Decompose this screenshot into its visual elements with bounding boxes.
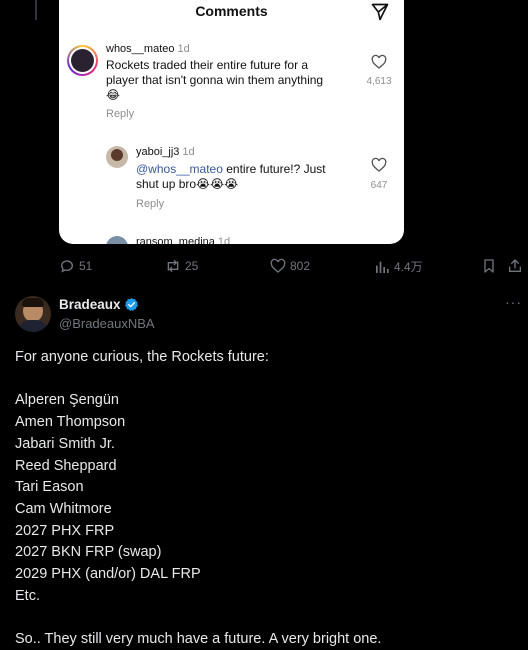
comments-title: Comments [195,3,268,19]
reply-icon [61,260,73,273]
more-options-button[interactable]: ··· [505,294,522,310]
reply-button[interactable]: 51 [59,258,92,274]
comment-avatar [106,236,128,244]
heart-icon [270,258,286,273]
bookmark-button[interactable] [481,258,497,274]
bookmark-icon [484,259,494,273]
list-item: Tari Eason [15,479,84,496]
verified-badge-icon [124,297,138,312]
list-item: 2029 PHX (and/or) DAL FRP [15,566,201,583]
reply-link: Reply [106,108,135,120]
like-button[interactable]: 802 [270,258,310,274]
list-item: Cam Whitmore [15,500,112,517]
handle[interactable]: @BradeauxNBA [59,316,155,331]
comment-text: @whos__mateo entire future!? Just shut u… [136,162,326,191]
thread-line [35,0,37,20]
view-count: 4.4万 [394,260,423,274]
tweet-intro: For anyone curious, the Rockets future: [15,349,269,365]
views-button[interactable]: 4.4万 [374,258,423,275]
comment-username: ransom_medina 1d [136,236,231,244]
repost-count: 25 [185,259,199,273]
comment-avatar [106,146,128,168]
comment-avatar [67,45,98,76]
comment-text: Rockets traded their entire future for a… [106,58,324,102]
comment-like-count: 4,613 [366,76,392,87]
views-icon [376,261,389,273]
repost-icon [167,260,179,272]
list-item: 2027 BKN FRP (swap) [15,544,162,561]
tweet-body: For anyone curious, the Rockets future: … [15,347,515,650]
embedded-comments-image[interactable]: Comments whos__mateo 1d Rockets traded th… [59,0,404,244]
avatar[interactable] [15,296,51,332]
comment-like-count: 647 [370,180,388,191]
comment-username: whos__mateo 1d [106,43,190,55]
reply-link: Reply [136,198,165,210]
reply-count: 51 [79,259,93,273]
heart-icon [371,54,387,69]
repost-button[interactable]: 25 [165,258,198,274]
comment-username: yaboi_jj3 1d [136,146,195,158]
tweet-closing: So.. They still very much have a future.… [15,631,382,648]
list-item: Jabari Smith Jr. [15,435,115,452]
list-item: Amen Thompson [15,414,126,431]
display-name[interactable]: Bradeaux [59,297,139,312]
list-item: Reed Sheppard [15,457,117,474]
list-item: 2027 PHX FRP [15,522,115,539]
share-button[interactable] [507,258,523,274]
send-icon [371,3,389,21]
mention-link: @whos__mateo [136,162,223,176]
action-bar: 51 25 802 4.4万 [0,258,528,276]
heart-icon [371,157,387,172]
like-count: 802 [290,259,311,273]
list-item: Alperen Şengün [15,392,119,409]
share-icon [509,259,521,272]
list-item: Etc. [15,587,40,604]
